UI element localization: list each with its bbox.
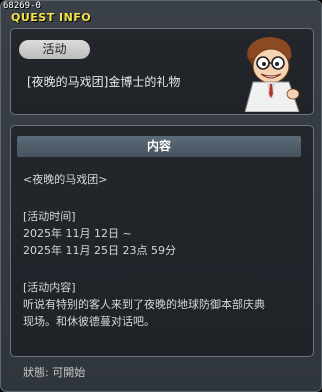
quest-id: 68269-0 [3,1,41,11]
content-line: 2025年 11月 12日 ~ [23,227,132,240]
content-line: <夜晚的马戏团> [23,173,108,186]
window-title: QUEST INFO [11,11,92,24]
category-tag: 活动 [19,40,90,59]
quest-status: 狀態: 可開始 [23,366,86,379]
content-line: [活动时间] [23,210,76,223]
content-line: 现场。和休彼德蔓对话吧。 [23,315,155,328]
content-line: [活动内容] [23,281,76,294]
content-section-header: 内容 [17,136,301,157]
content-line: 听说有特别的客人来到了夜晚的地球防御本部庆典 [23,298,265,311]
content-line: 2025年 11月 25日 23点 59分 [23,244,176,257]
quest-name: [夜晚的马戏团]金博士的礼物 [27,75,181,89]
quest-info-window: 68269-0 QUEST INFO 活动 [夜晚的马戏团]金博士的礼物 内容 … [0,0,322,392]
npc-portrait-icon [244,37,300,112]
quest-header-panel: 活动 [夜晚的马戏团]金博士的礼物 [10,28,314,115]
